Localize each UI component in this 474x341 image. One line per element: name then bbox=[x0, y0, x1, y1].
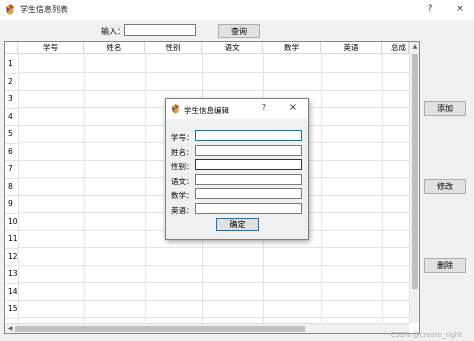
watermark: CSDN @create_right bbox=[390, 331, 462, 339]
student-edit-dialog[interactable]: 学生信息编辑 ? × 学号： 姓名： 性别： 语文： 数学： 英语： 确定 bbox=[165, 98, 309, 240]
row-header[interactable]: 9 bbox=[5, 195, 18, 214]
row-header[interactable]: 3 bbox=[5, 90, 18, 109]
column-header-id[interactable]: 学号 bbox=[18, 42, 84, 54]
column-header-gender[interactable]: 性别 bbox=[145, 42, 202, 54]
row-header[interactable]: 2 bbox=[5, 73, 18, 91]
window-title: 学生信息列表 bbox=[20, 5, 68, 14]
student-id-label: 学号： bbox=[171, 133, 194, 142]
column-header-math[interactable]: 数学 bbox=[263, 42, 321, 54]
row-header[interactable]: 4 bbox=[5, 108, 18, 126]
delete-button[interactable]: 删除 bbox=[424, 258, 466, 273]
scroll-left-icon[interactable]: ◀ bbox=[5, 324, 15, 333]
name-input[interactable] bbox=[195, 145, 302, 156]
gender-input[interactable] bbox=[195, 159, 302, 170]
dialog-app-icon bbox=[171, 104, 180, 114]
help-button[interactable]: ? bbox=[418, 0, 442, 20]
dialog-title: 学生信息编辑 bbox=[184, 106, 229, 115]
chinese-input[interactable] bbox=[195, 174, 302, 185]
column-header-total[interactable]: 总成 bbox=[382, 42, 409, 54]
row-header[interactable]: 13 bbox=[5, 265, 18, 284]
app-icon bbox=[6, 4, 14, 15]
english-label: 英语： bbox=[171, 206, 194, 215]
column-header-english[interactable]: 英语 bbox=[321, 42, 382, 54]
chinese-label: 语文： bbox=[171, 177, 194, 186]
edit-button[interactable]: 修改 bbox=[424, 179, 466, 194]
window-close-button[interactable]: × bbox=[448, 0, 472, 20]
search-label: 输入： bbox=[101, 27, 125, 36]
row-header[interactable]: 7 bbox=[5, 160, 18, 179]
student-id-input[interactable] bbox=[195, 130, 302, 141]
dialog-titlebar: 学生信息编辑 ? × bbox=[166, 99, 308, 119]
ok-button[interactable]: 确定 bbox=[216, 218, 259, 231]
vertical-scrollbar[interactable]: ▲ bbox=[409, 42, 419, 323]
dialog-help-button[interactable]: ? bbox=[254, 99, 274, 119]
window-titlebar: 学生信息列表 ? × bbox=[0, 0, 474, 20]
row-header[interactable]: 1 bbox=[5, 55, 18, 74]
dialog-close-button[interactable]: × bbox=[282, 99, 304, 119]
search-input[interactable] bbox=[124, 24, 196, 36]
query-button[interactable]: 查询 bbox=[218, 24, 260, 38]
add-button[interactable]: 添加 bbox=[424, 101, 466, 116]
row-header[interactable]: 6 bbox=[5, 143, 18, 161]
math-label: 数学： bbox=[171, 191, 194, 200]
gender-label: 性别： bbox=[171, 162, 194, 171]
corner-header bbox=[5, 42, 18, 54]
column-header-name[interactable]: 姓名 bbox=[84, 42, 145, 54]
table-header-row: 学号 姓名 性别 语文 数学 英语 总成 bbox=[5, 42, 409, 54]
vertical-scroll-thumb[interactable] bbox=[412, 54, 418, 289]
name-label: 姓名： bbox=[171, 148, 194, 157]
row-header[interactable]: 10 bbox=[5, 213, 18, 231]
math-input[interactable] bbox=[195, 188, 302, 199]
row-header[interactable]: 12 bbox=[5, 248, 18, 266]
row-header[interactable]: 5 bbox=[5, 125, 18, 144]
scroll-up-icon[interactable]: ▲ bbox=[410, 42, 419, 52]
english-input[interactable] bbox=[195, 203, 302, 214]
horizontal-scroll-thumb[interactable] bbox=[15, 326, 305, 332]
column-header-chinese[interactable]: 语文 bbox=[202, 42, 263, 54]
row-header[interactable]: 8 bbox=[5, 178, 18, 196]
row-header[interactable]: 15 bbox=[5, 300, 18, 319]
horizontal-scrollbar[interactable]: ◀ bbox=[5, 323, 409, 333]
row-header[interactable]: 11 bbox=[5, 230, 18, 249]
row-header[interactable]: 14 bbox=[5, 283, 18, 301]
